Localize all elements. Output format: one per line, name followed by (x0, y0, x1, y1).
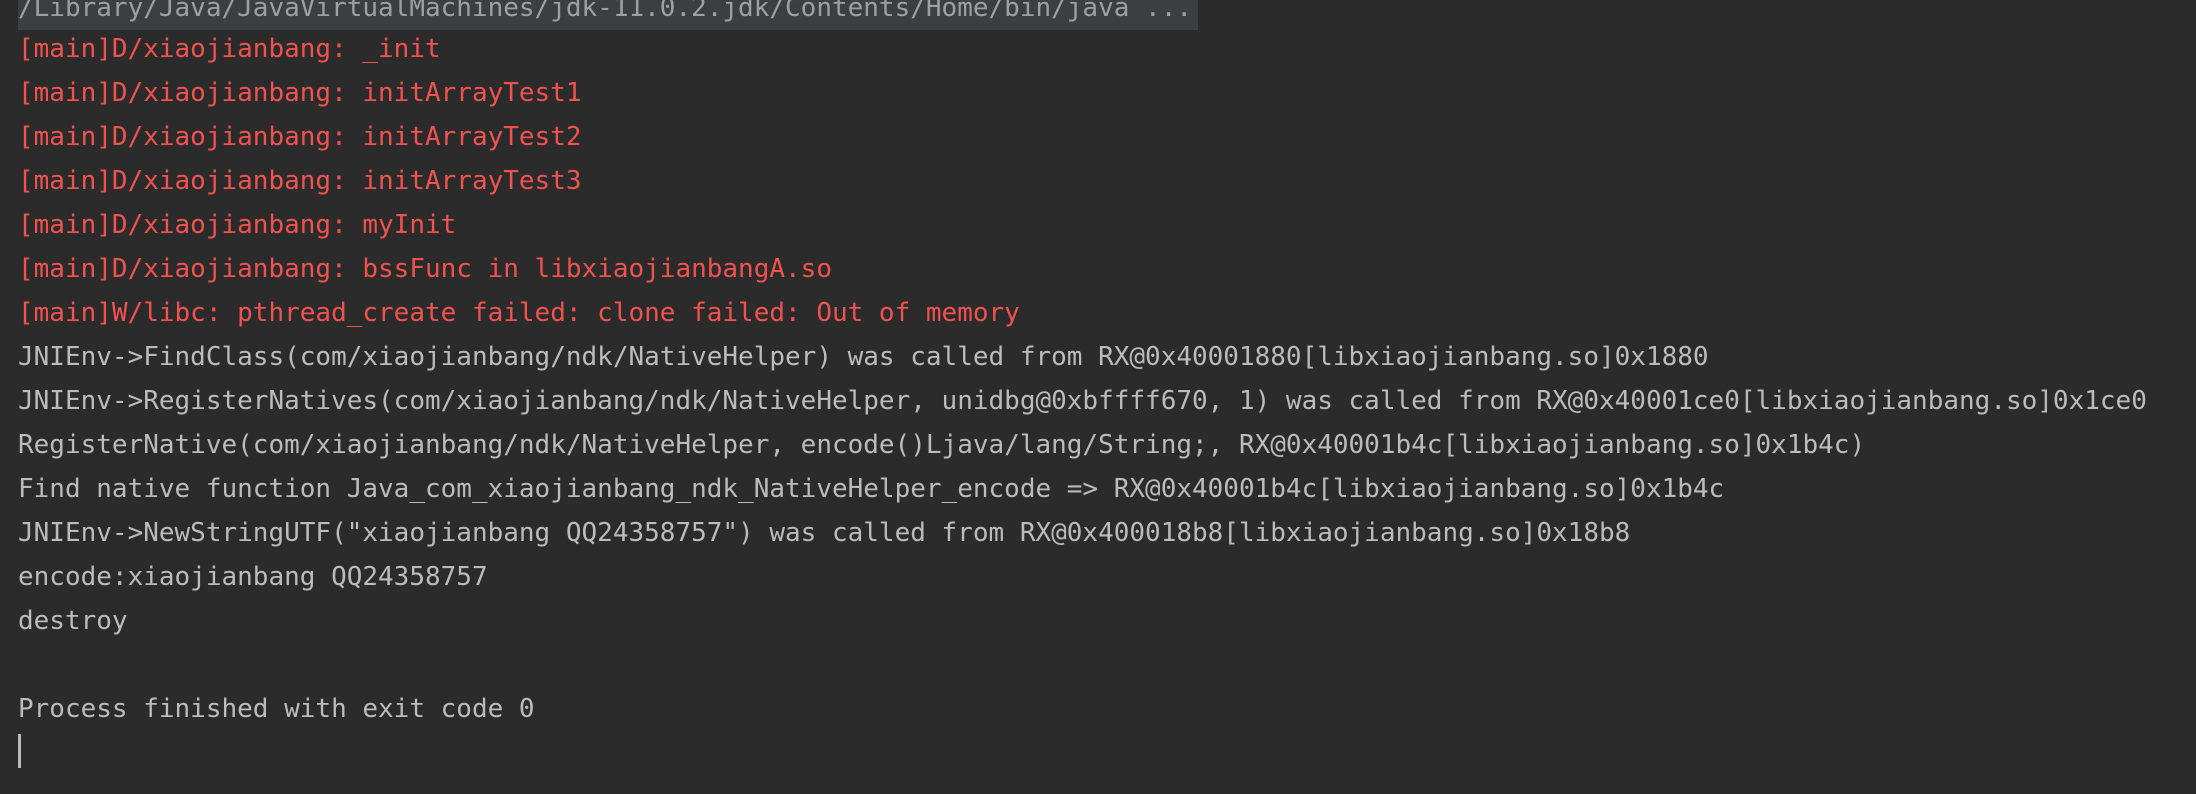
console-output-line: JNIEnv->NewStringUTF("xiaojianbang QQ243… (18, 518, 1631, 548)
console-output-line: JNIEnv->FindClass(com/xiaojianbang/ndk/N… (18, 342, 1709, 372)
console-output[interactable]: /Library/Java/JavaVirtualMachines/jdk-11… (0, 0, 2196, 794)
console-log-line: [main]D/xiaojianbang: bssFunc in libxiao… (18, 254, 832, 284)
console-output-line: encode:xiaojianbang QQ24358757 (18, 562, 488, 592)
console-log-line: [main]D/xiaojianbang: myInit (18, 210, 457, 240)
console-output-line: RegisterNative(com/xiaojianbang/ndk/Nati… (18, 430, 1866, 460)
console-log-line: [main]D/xiaojianbang: initArrayTest3 (18, 166, 582, 196)
console-log-line: [main]W/libc: pthread_create failed: clo… (18, 298, 1020, 328)
console-output-line: JNIEnv->RegisterNatives(com/xiaojianbang… (18, 386, 2147, 416)
console-log-line: [main]D/xiaojianbang: initArrayTest2 (18, 122, 582, 152)
text-cursor[interactable] (18, 734, 21, 768)
console-output-line: destroy (18, 606, 128, 636)
run-command-line[interactable]: /Library/Java/JavaVirtualMachines/jdk-11… (18, 0, 1198, 30)
console-log-line: [main]D/xiaojianbang: _init (18, 34, 441, 64)
console-log-line: [main]D/xiaojianbang: initArrayTest1 (18, 78, 582, 108)
console-output-line: Find native function Java_com_xiaojianba… (18, 474, 1725, 504)
exit-status-line: Process finished with exit code 0 (18, 694, 535, 724)
